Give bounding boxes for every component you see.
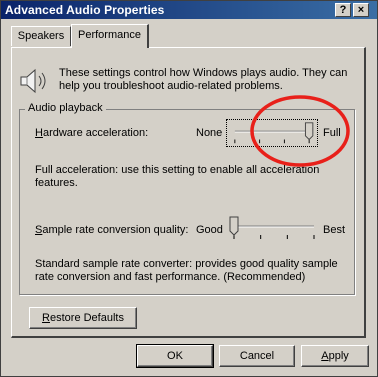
help-button[interactable]: ? [335,3,351,17]
restore-defaults-button[interactable]: Restore Defaults [29,307,137,329]
sample-rate-label: Sample rate conversion quality: [35,224,188,236]
advanced-audio-properties-window: Advanced Audio Properties ? × Speakers P… [0,0,378,377]
ok-button[interactable]: OK [136,344,214,368]
speaker-icon [20,68,46,94]
hardware-acceleration-label-text: ardware acceleration: [42,127,149,139]
sample-rate-slider-thumb[interactable] [229,216,239,236]
sample-rate-max-label: Best [323,224,346,236]
restore-defaults-label: estore Defaults [49,312,124,324]
audio-playback-legend: Audio playback [25,102,106,114]
apply-button[interactable]: Apply [301,345,369,367]
sample-rate-label-text: ample rate conversion quality: [42,224,189,236]
hardware-acceleration-label: Hardware acceleration: [35,127,148,139]
apply-accesskey: A [321,350,329,362]
window-title: Advanced Audio Properties [5,3,165,17]
hardware-acceleration-accesskey: H [35,127,43,139]
tab-performance[interactable]: Performance [71,24,149,48]
sample-rate-min-label: Good [196,224,223,236]
title-bar[interactable]: Advanced Audio Properties ? × [1,1,377,19]
close-button[interactable]: × [353,3,369,17]
sample-rate-slider[interactable] [228,214,320,242]
hardware-acceleration-min-label: None [196,127,223,139]
apply-label: pply [328,350,349,362]
restore-defaults-accesskey: R [42,312,50,324]
cancel-button[interactable]: Cancel [219,345,295,367]
tab-speakers[interactable]: Speakers [11,26,71,46]
info-text: These settings control how Windows plays… [59,67,348,92]
annotation-circle [250,95,350,167]
sample-rate-description: Standard sample rate converter: provides… [35,258,338,283]
